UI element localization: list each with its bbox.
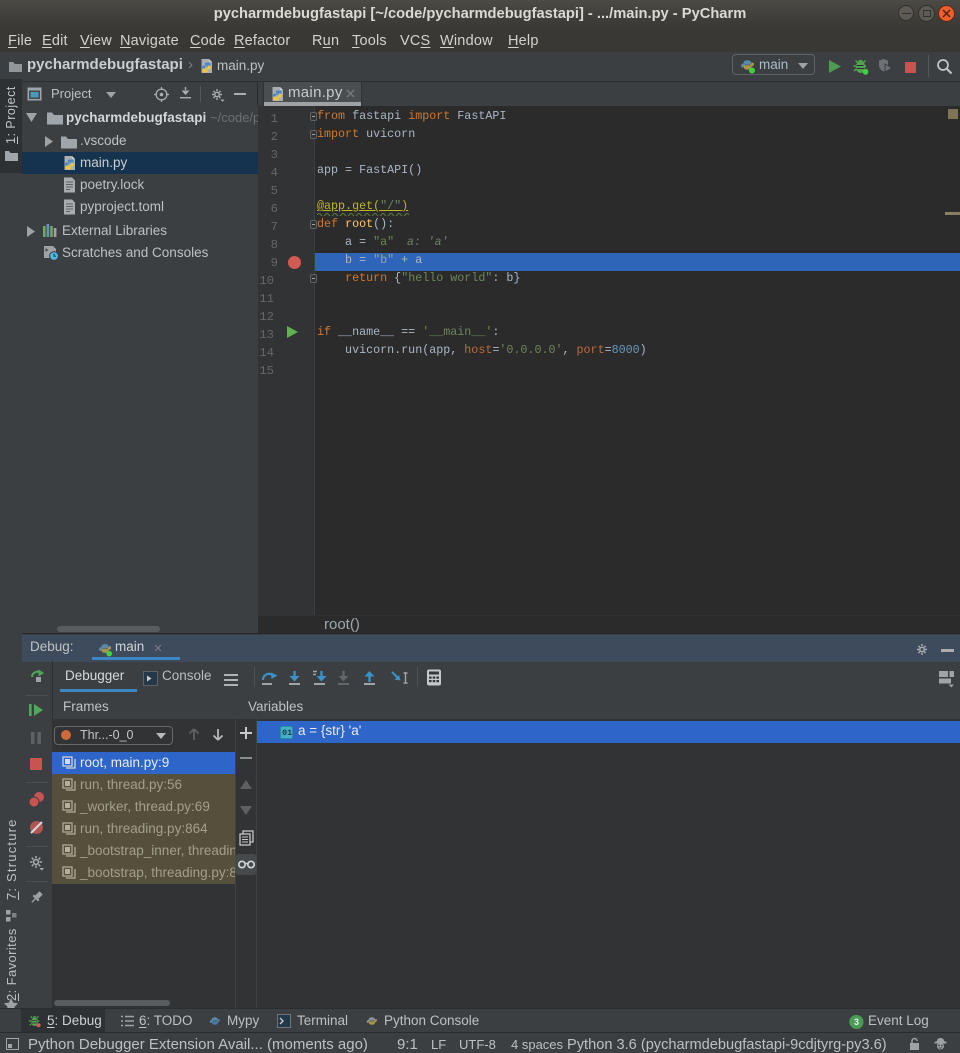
svg-text:3: 3 bbox=[854, 1017, 859, 1027]
